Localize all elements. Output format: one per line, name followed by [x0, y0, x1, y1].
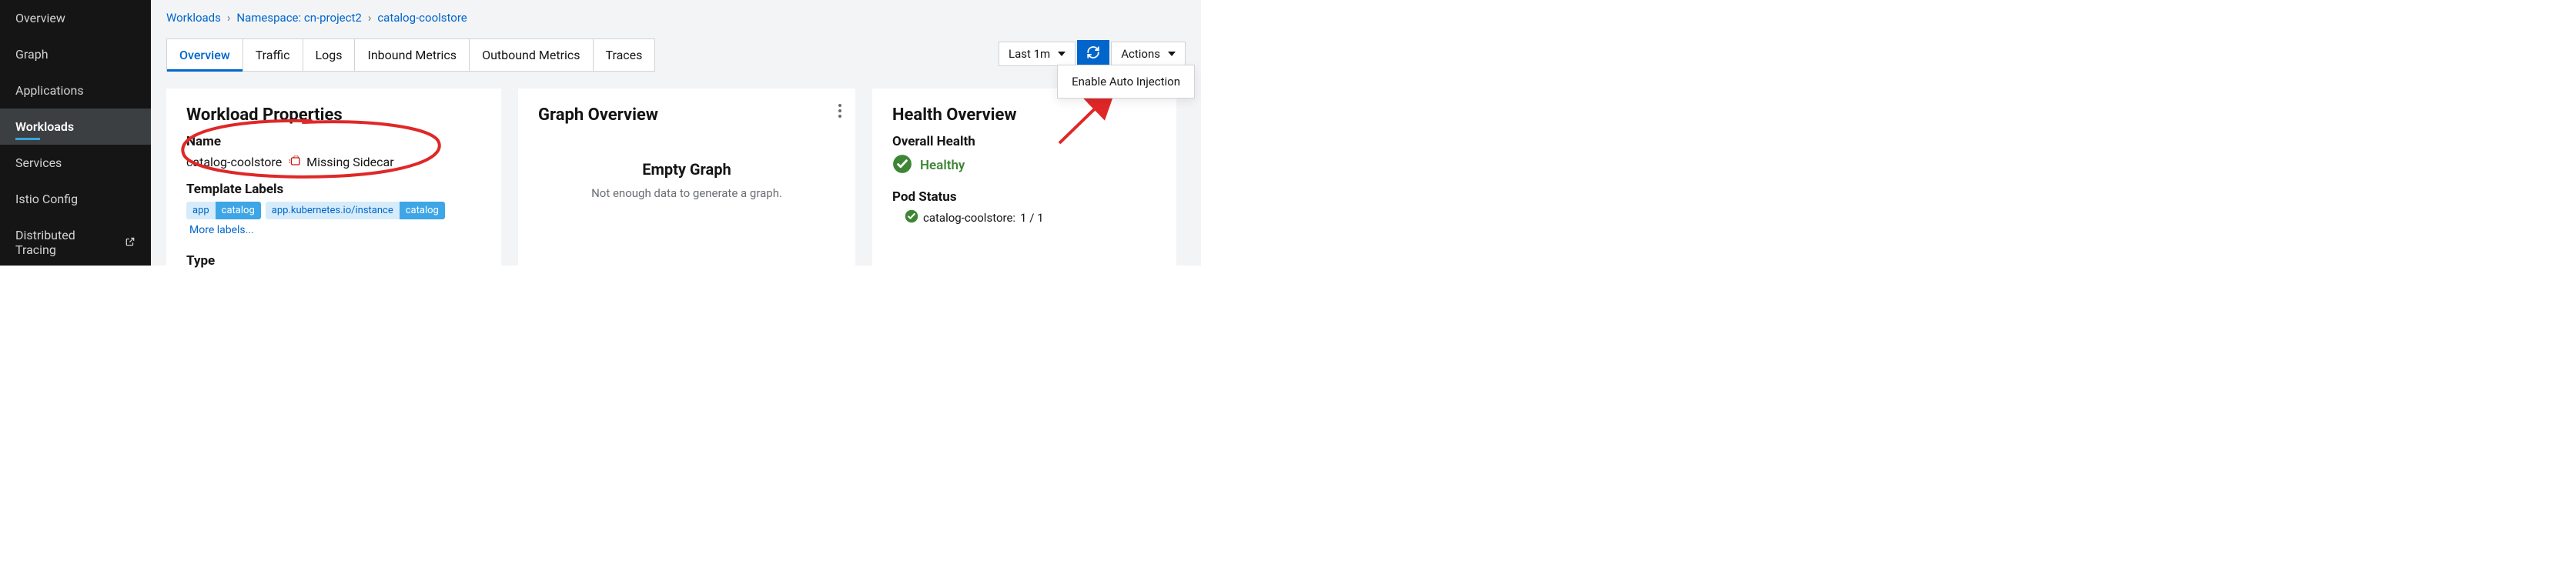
sidebar-item-workloads[interactable]: Workloads: [0, 109, 151, 145]
workload-properties-card: Workload Properties Name catalog-coolsto…: [166, 89, 501, 290]
empty-title: Empty Graph: [538, 160, 835, 179]
tabs: Overview Traffic Logs Inbound Metrics Ou…: [166, 38, 655, 72]
pod-count: 1 / 1: [1020, 211, 1044, 225]
sidebar-item-label: Graph: [15, 47, 49, 62]
label-key: app: [186, 202, 216, 219]
label-pair[interactable]: app catalog: [186, 202, 261, 219]
card-title: Workload Properties: [186, 105, 481, 125]
tab-traffic[interactable]: Traffic: [243, 39, 303, 71]
pod-status-row: catalog-coolstore: 1 / 1: [905, 209, 1156, 226]
time-range-label: Last 1m: [1009, 47, 1050, 61]
sidebar-item-label: Services: [15, 155, 62, 170]
breadcrumb-current[interactable]: catalog-coolstore: [377, 11, 467, 25]
missing-sidecar-icon: [288, 154, 302, 169]
health-overview-card: Health Overview Overall Health Healthy P…: [872, 89, 1176, 290]
pod-name: catalog-coolstore:: [923, 211, 1015, 225]
sidebar-item-label: Distributed Tracing: [15, 228, 119, 257]
breadcrumb-workloads[interactable]: Workloads: [166, 11, 221, 25]
more-labels-link[interactable]: More labels...: [189, 224, 254, 236]
sidebar-item-label: Workloads: [15, 119, 74, 134]
label-value: catalog: [400, 202, 445, 219]
tab-overview[interactable]: Overview: [167, 39, 243, 71]
refresh-button[interactable]: [1077, 40, 1109, 68]
labels-row: app catalog app.kubernetes.io/instance c…: [186, 202, 481, 236]
card-title: Graph Overview: [538, 105, 835, 125]
breadcrumb-namespace[interactable]: Namespace: cn-project2: [236, 11, 361, 25]
sidebar-item-graph[interactable]: Graph: [0, 36, 151, 72]
actions-label: Actions: [1121, 47, 1160, 61]
breadcrumb: Workloads › Namespace: cn-project2 › cat…: [166, 11, 1186, 25]
missing-sidecar-text: Missing Sidecar: [306, 155, 393, 169]
missing-sidecar-badge: Missing Sidecar: [288, 154, 393, 169]
card-title: Health Overview: [892, 105, 1156, 125]
check-circle-icon: [892, 154, 912, 177]
chevron-right-icon: ›: [368, 11, 372, 25]
pod-status-heading: Pod Status: [892, 189, 1156, 205]
label-value: catalog: [216, 202, 261, 219]
actions-menu: Enable Auto Injection: [1057, 65, 1195, 99]
sidebar-item-label: Overview: [15, 11, 65, 25]
sidebar-item-istio-config[interactable]: Istio Config: [0, 181, 151, 217]
sidebar-item-services[interactable]: Services: [0, 145, 151, 181]
label-pair[interactable]: app.kubernetes.io/instance catalog: [266, 202, 445, 219]
refresh-icon: [1086, 45, 1100, 62]
kebab-menu-button[interactable]: [838, 104, 841, 118]
tab-logs[interactable]: Logs: [303, 39, 356, 71]
actions-dropdown[interactable]: Actions: [1111, 42, 1186, 66]
sidebar-item-label: Applications: [15, 83, 84, 98]
main-content: Workloads › Namespace: cn-project2 › cat…: [151, 0, 1201, 266]
external-link-icon: [125, 236, 135, 250]
sidebar-item-overview[interactable]: Overview: [0, 0, 151, 36]
graph-empty-state: Empty Graph Not enough data to generate …: [538, 134, 835, 200]
graph-overview-card: Graph Overview Empty Graph Not enough da…: [518, 89, 855, 290]
check-circle-icon: [905, 209, 918, 226]
sidebar: Overview Graph Applications Workloads Se…: [0, 0, 151, 266]
wp-name-heading: Name: [186, 134, 481, 149]
toolbar-row: Overview Traffic Logs Inbound Metrics Ou…: [166, 38, 1186, 72]
empty-subtitle: Not enough data to generate a graph.: [538, 186, 835, 200]
cards-row: Workload Properties Name catalog-coolsto…: [166, 89, 1186, 290]
time-range-select[interactable]: Last 1m: [999, 42, 1076, 66]
chevron-right-icon: ›: [227, 11, 231, 25]
tab-traces[interactable]: Traces: [594, 39, 655, 71]
wp-type-heading: Type: [186, 253, 481, 269]
sidebar-item-distributed-tracing[interactable]: Distributed Tracing: [0, 217, 151, 268]
health-status-text: Healthy: [920, 158, 965, 173]
chevron-down-icon: [1168, 52, 1176, 56]
label-key: app.kubernetes.io/instance: [266, 202, 400, 219]
chevron-down-icon: [1058, 52, 1066, 56]
sidebar-item-applications[interactable]: Applications: [0, 72, 151, 109]
tab-outbound-metrics[interactable]: Outbound Metrics: [470, 39, 593, 71]
wp-name-value: catalog-coolstore: [186, 155, 282, 169]
sidebar-item-label: Istio Config: [15, 192, 78, 206]
top-actions: Last 1m Actions: [999, 40, 1186, 68]
tab-inbound-metrics[interactable]: Inbound Metrics: [355, 39, 470, 71]
wp-labels-heading: Template Labels: [186, 182, 481, 197]
overall-health-heading: Overall Health: [892, 134, 1156, 149]
actions-menu-item-enable-auto-injection[interactable]: Enable Auto Injection: [1072, 75, 1180, 89]
